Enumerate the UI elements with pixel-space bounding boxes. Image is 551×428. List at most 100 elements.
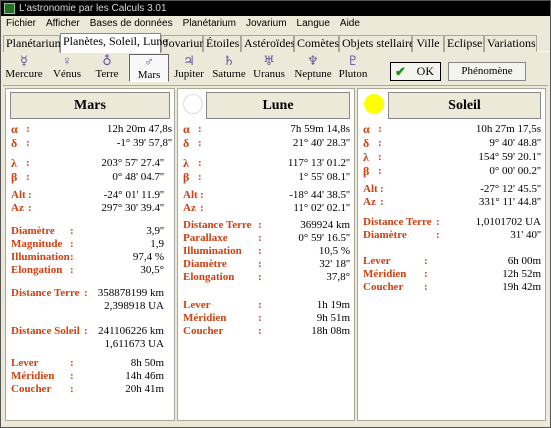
distance-terre-label: Distance Terre (183, 219, 252, 231)
colon: : (378, 165, 382, 177)
lune-illumination-value: 10,5 % (318, 245, 350, 257)
mars-alt-value: -24° 01' 11.9'' (103, 189, 164, 201)
app-icon (4, 3, 15, 14)
soleil-alpha-value: 10h 27m 17,5s (475, 123, 541, 135)
ok-button[interactable]: ✔ OK (390, 62, 441, 81)
colon: : (26, 157, 30, 169)
soleil-beta-value: 0° 00' 00.2'' (489, 165, 541, 177)
lune-delta-value: 21° 40' 28.3'' (292, 137, 350, 149)
soleil-lever-value: 6h 00m (507, 255, 541, 267)
lune-parallaxe-row: Parallaxe: 0° 59' 16.5'' (178, 232, 356, 244)
lune-meridien-value: 9h 51m (316, 312, 350, 324)
tab-eclipse[interactable]: Eclipse (444, 35, 484, 52)
soleil-panel-title: Soleil (388, 92, 541, 119)
lune-elongation-row: Elongation: 37,8° (178, 271, 356, 283)
planet-label: Mercure (5, 68, 43, 80)
colon: : (198, 137, 202, 149)
tab-planetarium[interactable]: Planétarium (3, 35, 64, 52)
planet-button-pluton[interactable]: ♇ Pluton (333, 54, 373, 82)
mars-magnitude-value: 1,9 (150, 238, 164, 250)
mars-meridien-value: 14h 46m (125, 370, 164, 382)
soleil-alpha-row: α: 10h 27m 17,5s (358, 123, 547, 135)
mars-beta-row: β: 0° 48' 04.7'' (6, 171, 176, 183)
lune-coucher-value: 18h 08m (311, 325, 350, 337)
window-title: L'astronomie par les Calculs 3.01 (19, 3, 167, 14)
colon: : (258, 232, 262, 244)
menu-afficher[interactable]: Afficher (41, 16, 85, 31)
planet-label: Pluton (338, 68, 368, 80)
az-label: Az (363, 196, 376, 208)
soleil-lambda-value: 154° 59' 20.1'' (478, 151, 541, 163)
earth-symbol-icon: ♁ (102, 53, 112, 68)
colon: : (70, 225, 74, 237)
planet-label: Saturne (212, 68, 246, 80)
lune-meridien-row: Méridien: 9h 51m (178, 312, 356, 324)
lever-label: Lever (11, 357, 39, 369)
menu-fichier[interactable]: Fichier (1, 16, 41, 31)
planet-button-uranus[interactable]: ♅ Uranus (249, 54, 289, 82)
planet-button-mars[interactable]: ♂ Mars (129, 54, 169, 82)
diametre-label: Diamètre (11, 225, 55, 237)
lune-distance-terre-row: Distance Terre: 369924 km (178, 219, 356, 231)
planet-button-venus[interactable]: ♀ Vénus (47, 54, 87, 82)
menu-aide[interactable]: Aide (335, 16, 365, 31)
illumination-label: Illumination (183, 245, 242, 257)
tab-cometes[interactable]: Comètes (294, 35, 339, 52)
menu-langue[interactable]: Langue (292, 16, 335, 31)
mars-alpha-value: 12h 20m 47,8s (106, 123, 172, 135)
tab-variations[interactable]: Variations (484, 35, 537, 52)
soleil-diametre-value: 31' 40'' (510, 229, 541, 241)
colon: : (424, 255, 428, 267)
mars-magnitude-row: Magnitude: 1,9 (6, 238, 176, 250)
uranus-symbol-icon: ♅ (263, 53, 275, 68)
menu-jovarium[interactable]: Jovarium (241, 16, 292, 31)
coucher-label: Coucher (363, 281, 404, 293)
colon: : (70, 370, 74, 382)
moon-icon (183, 94, 203, 114)
tab-ville[interactable]: Ville (412, 35, 444, 52)
mars-illumination-row: Illumination: 97,4 % (6, 251, 176, 263)
app-window: L'astronomie par les Calculs 3.01 Fichie… (0, 0, 551, 428)
colon: : (380, 196, 384, 208)
mars-distance-terre-km: 358878199 km (97, 287, 164, 299)
tab-asteroides[interactable]: Astéroïdes (241, 35, 295, 52)
colon: : (26, 123, 30, 135)
sun-icon (364, 94, 384, 114)
main-tab-strip: Planétarium Planètes, Soleil, Lune Jovar… (3, 33, 550, 53)
colon: : (258, 299, 262, 311)
neptune-symbol-icon: ♆ (307, 53, 319, 68)
coucher-label: Coucher (11, 383, 52, 395)
meridien-label: Méridien (363, 268, 407, 280)
menu-planetarium[interactable]: Planétarium (178, 16, 241, 31)
menu-bases-de-donnees[interactable]: Bases de données (85, 16, 178, 31)
colon: : (198, 171, 202, 183)
planet-button-neptune[interactable]: ♆ Neptune (291, 54, 335, 82)
planet-button-terre[interactable]: ♁ Terre (87, 54, 127, 82)
tab-etoiles[interactable]: Étoiles (203, 35, 241, 52)
planet-button-mercure[interactable]: ☿ Mercure (4, 54, 44, 82)
meridien-label: Méridien (183, 312, 227, 324)
tab-planetes-soleil-lune[interactable]: Planètes, Soleil, Lune (60, 33, 168, 53)
distance-soleil-label: Distance Soleil (11, 325, 80, 337)
soleil-lambda-row: λ: 154° 59' 20.1'' (358, 151, 547, 163)
phenomene-button[interactable]: Phénomène (448, 62, 526, 81)
tab-objets-stellaires[interactable]: Objets stellaires (339, 35, 419, 52)
soleil-delta-value: 9° 40' 48.8'' (489, 137, 541, 149)
mars-lambda-row: λ: 203° 57' 27.4'' (6, 157, 176, 169)
mars-distance-terre-row: Distance Terre:358878199 km (6, 287, 176, 299)
mars-alt-row: Alt: -24° 01' 11.9'' (6, 189, 176, 201)
colon: : (84, 325, 88, 337)
colon: : (200, 202, 204, 214)
coucher-label: Coucher (183, 325, 224, 337)
planet-button-saturne[interactable]: ♄ Saturne (209, 54, 249, 82)
planet-button-jupiter[interactable]: ♃ Jupiter (169, 54, 209, 82)
parallaxe-label: Parallaxe (183, 232, 228, 244)
planet-label: Vénus (52, 68, 82, 80)
mars-lever-value: 8h 50m (130, 357, 164, 369)
mercury-symbol-icon: ☿ (20, 53, 28, 68)
colon: : (424, 268, 428, 280)
colon: : (28, 189, 32, 201)
beta-label: β (11, 170, 18, 184)
lune-diametre-value: 32' 18'' (319, 258, 350, 270)
az-label: Az (183, 202, 196, 214)
